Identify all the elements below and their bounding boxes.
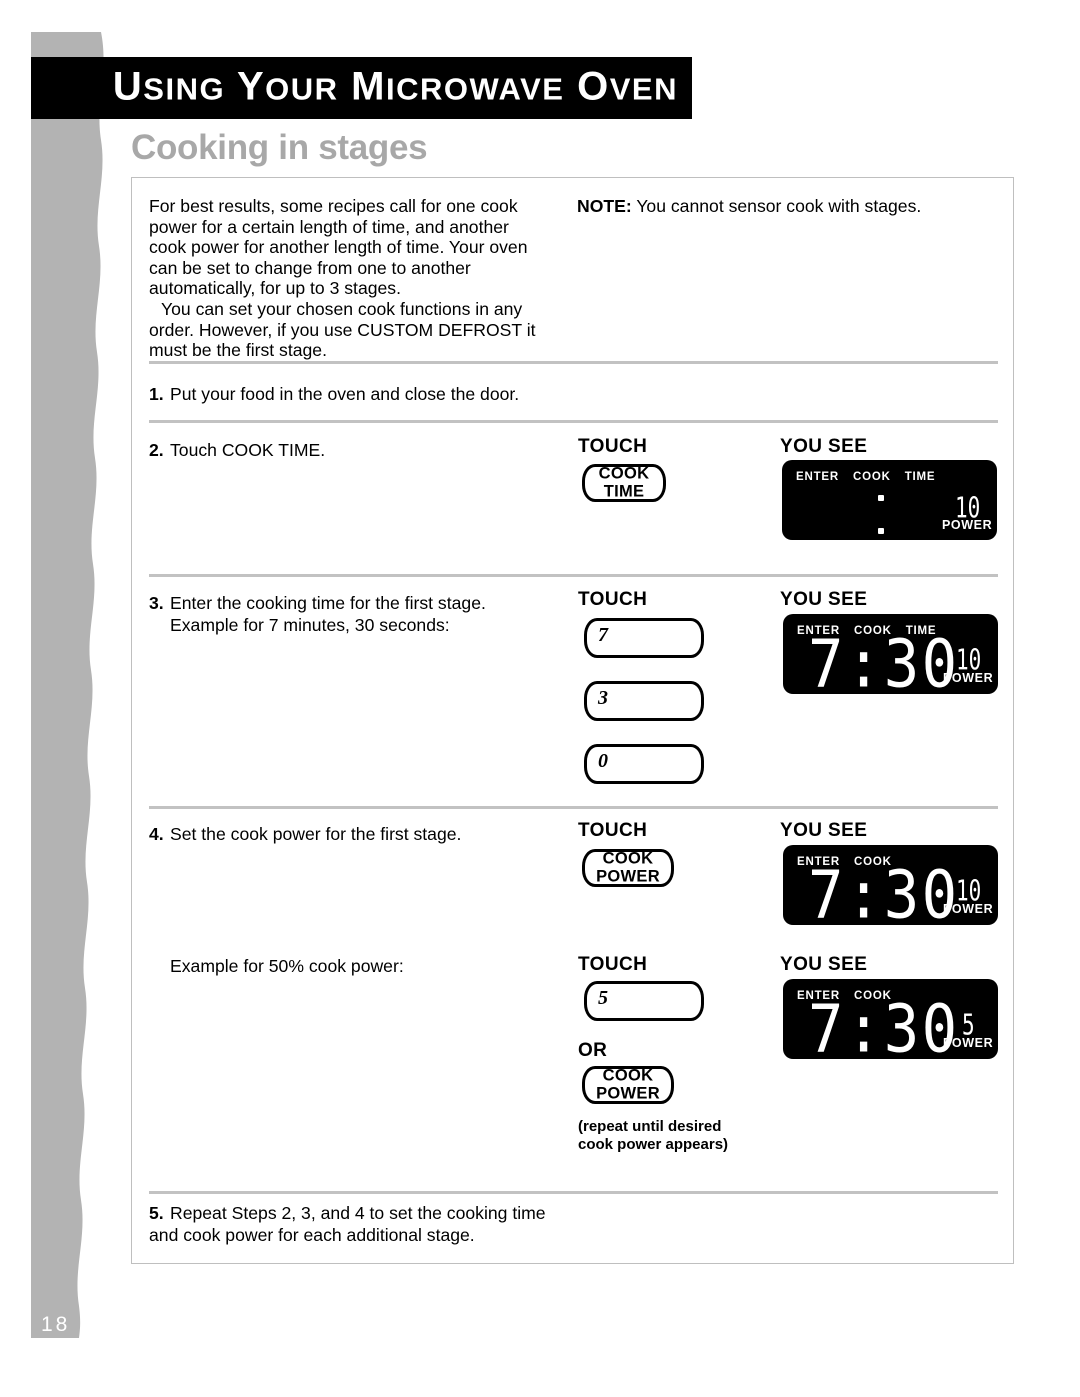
display-step2-colon bbox=[878, 495, 884, 534]
key-5-label: 5 bbox=[598, 987, 608, 1009]
step-4: 4. Set the cook power for the first stage… bbox=[149, 824, 569, 846]
step-3-text: Enter the cooking time for the first sta… bbox=[170, 593, 486, 613]
cook-power-step4-label: COOK POWER bbox=[585, 849, 671, 886]
display-step2-label-cook: COOK bbox=[852, 471, 891, 483]
touch-header-step3: TOUCH bbox=[578, 589, 648, 610]
separator-1 bbox=[149, 361, 998, 364]
step-5: 5. Repeat Steps 2, 3, and 4 to set the co… bbox=[149, 1203, 569, 1246]
touch-header-step2: TOUCH bbox=[578, 436, 648, 457]
cook-time-line1: COOK bbox=[598, 464, 650, 483]
page-title: Cooking in stages bbox=[131, 128, 428, 167]
intro-paragraph-2: You can set your chosen cook functions i… bbox=[149, 299, 549, 361]
display-step3-power-label: POWER bbox=[943, 671, 994, 685]
step-4-number: 4. bbox=[149, 824, 164, 844]
intro-paragraph-2-text: You can set your chosen cook functions i… bbox=[149, 299, 536, 361]
key-3-button[interactable]: 3 bbox=[584, 681, 704, 721]
display-step4-power-label: POWER bbox=[943, 902, 994, 916]
key-0-label: 0 bbox=[598, 750, 608, 772]
page-side-tab bbox=[31, 32, 109, 1338]
key-5-button[interactable]: 5 bbox=[584, 981, 704, 1021]
or-label: OR bbox=[578, 1040, 608, 1061]
display-step3-time: 7:30 bbox=[808, 625, 960, 703]
cook-power-step4b-line1: COOK bbox=[602, 1066, 654, 1085]
step-5-number: 5. bbox=[149, 1203, 164, 1223]
cook-power-button-step4b[interactable]: COOK POWER bbox=[582, 1066, 674, 1104]
chapter-title: USING YOUR MICROWAVE OVEN bbox=[112, 64, 678, 109]
key-3-label: 3 bbox=[598, 687, 608, 709]
key-0-button[interactable]: 0 bbox=[584, 744, 704, 784]
display-step4b-time: 7:30 bbox=[808, 990, 960, 1068]
key-7-label: 7 bbox=[598, 624, 608, 646]
step-1-text: Put your food in the oven and close the … bbox=[170, 384, 520, 404]
step-2: 2. Touch COOK TIME. bbox=[149, 440, 569, 462]
display-step2-label-time: TIME bbox=[904, 471, 936, 483]
step-5-text: Repeat Steps 2, 3, and 4 to set the cook… bbox=[149, 1203, 546, 1245]
step-1: 1. Put your food in the oven and close th… bbox=[149, 384, 649, 406]
cook-time-button[interactable]: COOK TIME bbox=[582, 464, 666, 502]
intro-paragraph-1-text: For best results, some recipes call for … bbox=[149, 196, 528, 299]
you-see-header-step3: YOU SEE bbox=[780, 589, 868, 610]
separator-4 bbox=[149, 806, 998, 809]
touch-header-step4b: TOUCH bbox=[578, 954, 648, 975]
note-text: You cannot sensor cook with stages. bbox=[636, 196, 922, 216]
cook-power-step4b-line2: POWER bbox=[596, 1084, 660, 1102]
key-7-button[interactable]: 7 bbox=[584, 618, 704, 658]
display-step4b: ENTER COOK 7:30 5 POWER bbox=[783, 979, 998, 1068]
display-step2-label-enter: ENTER bbox=[796, 471, 839, 483]
display-step4: ENTER COOK 7:30 10 POWER bbox=[783, 845, 998, 934]
note-block: NOTE: You cannot sensor cook with stages… bbox=[577, 196, 972, 217]
display-step3: ENTER COOK TIME 7:30 10 POWER bbox=[783, 614, 998, 703]
cook-power-button-step4[interactable]: COOK POWER bbox=[582, 849, 674, 887]
step-2-number: 2. bbox=[149, 440, 164, 460]
you-see-header-step4: YOU SEE bbox=[780, 820, 868, 841]
touch-header-step4: TOUCH bbox=[578, 820, 648, 841]
cook-power-step4-line1: COOK bbox=[602, 849, 654, 868]
separator-2 bbox=[149, 420, 998, 423]
separator-5 bbox=[149, 1191, 998, 1194]
display-step4b-power-label: POWER bbox=[943, 1036, 994, 1050]
step-3: 3. Enter the cooking time for the first s… bbox=[149, 593, 569, 615]
repeat-note-line2: cook power appears) bbox=[578, 1136, 729, 1153]
step-2-text: Touch COOK TIME. bbox=[170, 440, 326, 460]
intro-paragraph-1: For best results, some recipes call for … bbox=[149, 196, 549, 299]
step-3-number: 3. bbox=[149, 593, 164, 613]
you-see-header-step4b: YOU SEE bbox=[780, 954, 868, 975]
page-number: 18 bbox=[41, 1313, 71, 1336]
step-4-text: Set the cook power for the first stage. bbox=[170, 824, 462, 844]
display-step2-labels: ENTER COOK TIME bbox=[796, 471, 935, 483]
display-step2-power-label: POWER bbox=[942, 518, 993, 532]
you-see-header-step2: YOU SEE bbox=[780, 436, 868, 457]
chapter-banner: USING YOUR MICROWAVE OVEN bbox=[31, 57, 692, 119]
repeat-note-line1: (repeat until desired bbox=[578, 1118, 722, 1135]
display-step2: ENTER COOK TIME 10 POWER bbox=[782, 460, 997, 540]
cook-power-step4-line2: POWER bbox=[596, 867, 660, 885]
cook-power-step4b-label: COOK POWER bbox=[585, 1066, 671, 1103]
content-panel: For best results, some recipes call for … bbox=[131, 177, 1014, 1264]
repeat-note: (repeat until desired cook power appears… bbox=[578, 1118, 808, 1154]
cook-time-button-label: COOK TIME bbox=[585, 464, 663, 501]
cook-time-line2: TIME bbox=[603, 482, 645, 500]
display-step4-time: 7:30 bbox=[808, 856, 960, 934]
step-1-number: 1. bbox=[149, 384, 164, 404]
separator-3 bbox=[149, 574, 998, 577]
step-4-continuation: Example for 50% cook power: bbox=[170, 956, 404, 976]
note-label: NOTE: bbox=[577, 196, 632, 216]
step-3-continuation: Example for 7 minutes, 30 seconds: bbox=[170, 615, 450, 635]
